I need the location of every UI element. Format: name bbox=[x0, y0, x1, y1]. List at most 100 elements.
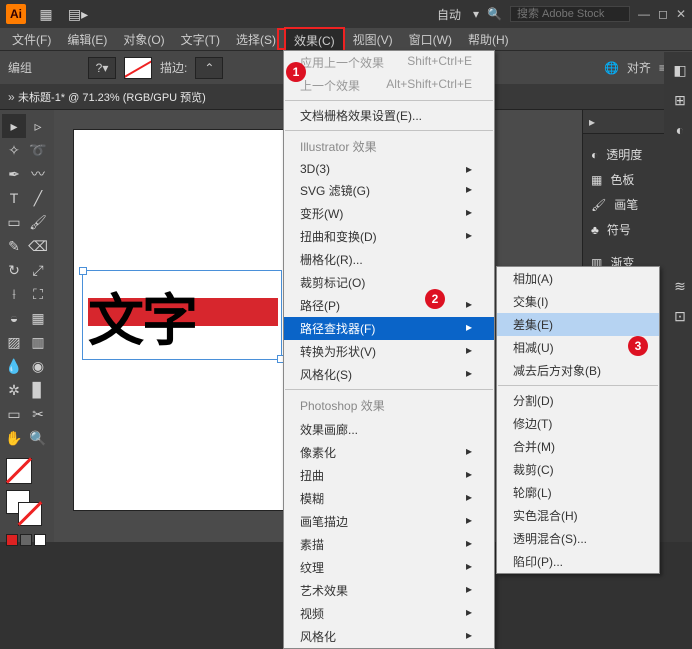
panel-icon-4[interactable]: ≋ bbox=[668, 274, 692, 298]
column-graph-tool[interactable]: ▊ bbox=[26, 378, 50, 402]
menu-rasterize[interactable]: 栅格化(R)... bbox=[284, 248, 494, 271]
menu-warp[interactable]: 变形(W)▸ bbox=[284, 202, 494, 225]
rotate-tool[interactable]: ↻ bbox=[2, 258, 26, 282]
shaper-tool[interactable]: ✎ bbox=[2, 234, 26, 258]
menu-window[interactable]: 窗口(W) bbox=[401, 28, 460, 51]
menu-raster-settings[interactable]: 文档栅格效果设置(E)... bbox=[284, 104, 494, 127]
arrange-docs-icon[interactable]: ▦ bbox=[34, 2, 58, 26]
menu-stylize-ai[interactable]: 风格化(S)▸ bbox=[284, 363, 494, 386]
menu-pixelate[interactable]: 像素化▸ bbox=[284, 441, 494, 464]
submenu-outline[interactable]: 轮廓(L) bbox=[497, 481, 659, 504]
menu-convert-to-shape[interactable]: 转换为形状(V)▸ bbox=[284, 340, 494, 363]
menu-pathfinder[interactable]: 路径查找器(F)▸ bbox=[284, 317, 494, 340]
pen-tool[interactable]: ✒ bbox=[2, 162, 26, 186]
curvature-tool[interactable]: 〰 bbox=[26, 162, 50, 186]
tool-panel: ▸ ▹ ✧ ➰ ✒ 〰 T ╱ ▭ 🖌 ✎ ⌫ ↻ ⤢ ⟊ ⛶ ◒ ▦ ▨ ▥ … bbox=[0, 110, 54, 542]
menu-path[interactable]: 路径(P)▸ bbox=[284, 294, 494, 317]
menu-sketch[interactable]: 素描▸ bbox=[284, 533, 494, 556]
panel-icon-1[interactable]: ◧ bbox=[668, 58, 692, 82]
menu-select[interactable]: 选择(S) bbox=[228, 28, 284, 51]
panel-collapse-icon[interactable]: ▸ bbox=[589, 115, 595, 129]
swatch-gradient[interactable] bbox=[20, 534, 32, 546]
menu-object[interactable]: 对象(O) bbox=[115, 28, 172, 51]
menu-artistic[interactable]: 艺术效果▸ bbox=[284, 579, 494, 602]
panel-icon-2[interactable]: ⊞ bbox=[668, 88, 692, 112]
submenu-hard-mix[interactable]: 实色混合(H) bbox=[497, 504, 659, 527]
zoom-tool[interactable]: 🔍 bbox=[26, 426, 50, 450]
menu-texture[interactable]: 纹理▸ bbox=[284, 556, 494, 579]
stroke-swatch[interactable] bbox=[124, 57, 152, 79]
selection-tool[interactable]: ▸ bbox=[2, 114, 26, 138]
submenu-trap[interactable]: 陷印(P)... bbox=[497, 550, 659, 573]
menu-help[interactable]: 帮助(H) bbox=[460, 28, 517, 51]
menu-brush-strokes[interactable]: 画笔描边▸ bbox=[284, 510, 494, 533]
swatch-color[interactable] bbox=[6, 534, 18, 546]
scale-tool[interactable]: ⤢ bbox=[26, 258, 50, 282]
submenu-crop[interactable]: 裁剪(C) bbox=[497, 458, 659, 481]
stroke-weight[interactable]: ⌃ bbox=[195, 57, 223, 79]
eraser-tool[interactable]: ⌫ bbox=[26, 234, 50, 258]
submenu-minus-back[interactable]: 减去后方对象(B) bbox=[497, 359, 659, 382]
menu-view[interactable]: 视图(V) bbox=[345, 28, 401, 51]
minimize-button[interactable]: — bbox=[638, 7, 650, 21]
swatch-none[interactable] bbox=[34, 534, 46, 546]
submenu-exclude[interactable]: 差集(E) bbox=[497, 313, 659, 336]
panel-icon-3[interactable]: ◐ bbox=[668, 118, 692, 142]
submenu-soft-mix[interactable]: 透明混合(S)... bbox=[497, 527, 659, 550]
shape-builder-tool[interactable]: ◒ bbox=[2, 306, 26, 330]
menu-crop-marks[interactable]: 裁剪标记(O) bbox=[284, 271, 494, 294]
document-title[interactable]: 未标题-1* @ 71.23% (RGB/GPU 预览) bbox=[18, 89, 206, 105]
slice-tool[interactable]: ✂ bbox=[26, 402, 50, 426]
default-fill-stroke[interactable] bbox=[6, 458, 32, 484]
menu-apply-last-effect[interactable]: 应用上一个效果Shift+Ctrl+E bbox=[284, 51, 494, 74]
menu-file[interactable]: 文件(F) bbox=[4, 28, 59, 51]
fill-stroke-indicator[interactable] bbox=[6, 490, 46, 530]
swatches-icon: ▦ bbox=[591, 173, 602, 187]
doc-tab-expand[interactable]: » bbox=[8, 90, 15, 104]
width-tool[interactable]: ⟊ bbox=[2, 282, 26, 306]
type-tool[interactable]: T bbox=[2, 186, 26, 210]
artboard[interactable]: 文字 bbox=[74, 130, 294, 510]
paintbrush-tool[interactable]: 🖌 bbox=[26, 210, 50, 234]
menu-edit[interactable]: 编辑(E) bbox=[59, 28, 115, 51]
submenu-add[interactable]: 相加(A) bbox=[497, 267, 659, 290]
blend-tool[interactable]: ◉ bbox=[26, 354, 50, 378]
direct-selection-tool[interactable]: ▹ bbox=[26, 114, 50, 138]
menu-video[interactable]: 视频▸ bbox=[284, 602, 494, 625]
menu-distort-transform[interactable]: 扭曲和变换(D)▸ bbox=[284, 225, 494, 248]
menu-effect[interactable]: 效果(C) bbox=[284, 27, 345, 52]
lasso-tool[interactable]: ➰ bbox=[26, 138, 50, 162]
free-transform-tool[interactable]: ⛶ bbox=[26, 282, 50, 306]
menu-3d[interactable]: 3D(3)▸ bbox=[284, 159, 494, 179]
eyedropper-tool[interactable]: 💧 bbox=[2, 354, 26, 378]
symbol-sprayer-tool[interactable]: ✲ bbox=[2, 378, 26, 402]
menu-type[interactable]: 文字(T) bbox=[173, 28, 228, 51]
submenu-merge[interactable]: 合并(M) bbox=[497, 435, 659, 458]
artboard-tool[interactable]: ▭ bbox=[2, 402, 26, 426]
menu-effect-gallery[interactable]: 效果画廊... bbox=[284, 418, 494, 441]
hand-tool[interactable]: ✋ bbox=[2, 426, 26, 450]
close-button[interactable]: ✕ bbox=[676, 7, 686, 21]
menu-last-effect[interactable]: 上一个效果Alt+Shift+Ctrl+E bbox=[284, 74, 494, 97]
menu-svg-filters[interactable]: SVG 滤镜(G)▸ bbox=[284, 179, 494, 202]
submenu-trim[interactable]: 修边(T) bbox=[497, 412, 659, 435]
submenu-divide[interactable]: 分割(D) bbox=[497, 389, 659, 412]
fill-swatch[interactable]: ?▾ bbox=[88, 57, 116, 79]
submenu-intersect[interactable]: 交集(I) bbox=[497, 290, 659, 313]
bridge-icon[interactable]: ▤▸ bbox=[66, 2, 90, 26]
menu-distort-ps[interactable]: 扭曲▸ bbox=[284, 464, 494, 487]
mesh-tool[interactable]: ▨ bbox=[2, 330, 26, 354]
line-tool[interactable]: ╱ bbox=[26, 186, 50, 210]
auto-dropdown[interactable]: ▾ bbox=[473, 7, 479, 21]
menu-stylize-ps[interactable]: 风格化▸ bbox=[284, 625, 494, 648]
perspective-tool[interactable]: ▦ bbox=[26, 306, 50, 330]
panel-icon-5[interactable]: ⊡ bbox=[668, 304, 692, 328]
search-icon[interactable]: 🔍 bbox=[487, 7, 502, 21]
search-input[interactable] bbox=[510, 6, 630, 22]
gradient-tool[interactable]: ▥ bbox=[26, 330, 50, 354]
maximize-button[interactable]: ◻ bbox=[658, 7, 668, 21]
globe-icon[interactable]: 🌐 bbox=[604, 61, 619, 75]
magic-wand-tool[interactable]: ✧ bbox=[2, 138, 26, 162]
rectangle-tool[interactable]: ▭ bbox=[2, 210, 26, 234]
menu-blur[interactable]: 模糊▸ bbox=[284, 487, 494, 510]
